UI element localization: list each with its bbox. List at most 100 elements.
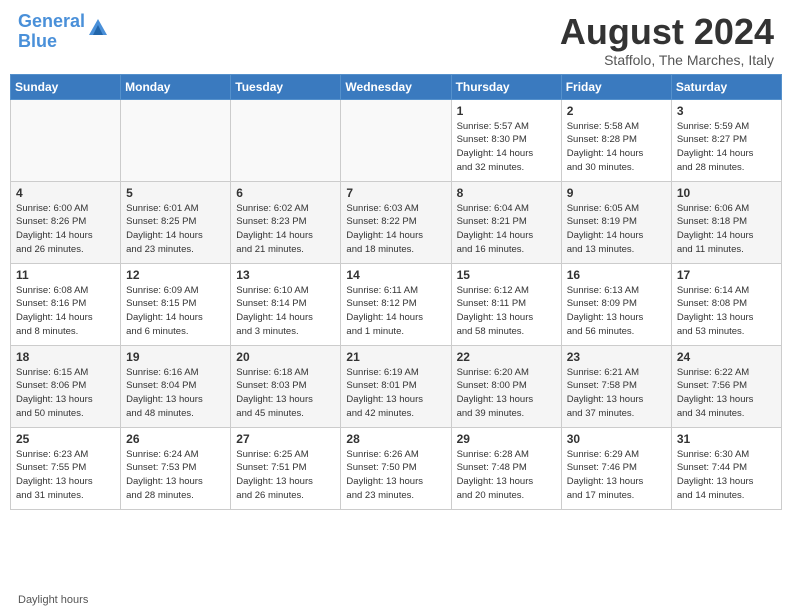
day-number: 26 <box>126 432 225 446</box>
title-block: August 2024 Staffolo, The Marches, Italy <box>560 12 774 68</box>
day-number: 20 <box>236 350 335 364</box>
day-number: 3 <box>677 104 776 118</box>
col-friday: Friday <box>561 74 671 99</box>
day-number: 24 <box>677 350 776 364</box>
calendar-cell: 31Sunrise: 6:30 AM Sunset: 7:44 PM Dayli… <box>671 427 781 509</box>
day-number: 10 <box>677 186 776 200</box>
day-number: 11 <box>16 268 115 282</box>
day-info: Sunrise: 5:59 AM Sunset: 8:27 PM Dayligh… <box>677 120 776 175</box>
calendar-cell: 1 Sunrise: 5:57 AM Sunset: 8:30 PM Daylig… <box>451 99 561 181</box>
day-info: Sunrise: 6:05 AM Sunset: 8:19 PM Dayligh… <box>567 202 666 257</box>
day-number: 6 <box>236 186 335 200</box>
calendar-cell: 17 Sunrise: 6:14 AM Sunset: 8:08 PM Dayli… <box>671 263 781 345</box>
calendar-cell: 25Sunrise: 6:23 AM Sunset: 7:55 PM Dayli… <box>11 427 121 509</box>
day-number: 4 <box>16 186 115 200</box>
location: Staffolo, The Marches, Italy <box>560 52 774 68</box>
day-info: Sunrise: 6:03 AM Sunset: 8:22 PM Dayligh… <box>346 202 445 257</box>
day-number: 30 <box>567 432 666 446</box>
calendar-cell: 10 Sunrise: 6:06 AM Sunset: 8:18 PM Dayli… <box>671 181 781 263</box>
day-number: 21 <box>346 350 445 364</box>
day-info: Sunrise: 6:23 AM Sunset: 7:55 PM Dayligh… <box>16 448 115 503</box>
day-info: Sunrise: 6:12 AM Sunset: 8:11 PM Dayligh… <box>457 284 556 339</box>
calendar-cell: 13 Sunrise: 6:10 AM Sunset: 8:14 PM Dayli… <box>231 263 341 345</box>
col-tuesday: Tuesday <box>231 74 341 99</box>
col-thursday: Thursday <box>451 74 561 99</box>
day-info: Sunrise: 6:02 AM Sunset: 8:23 PM Dayligh… <box>236 202 335 257</box>
calendar-cell: 7 Sunrise: 6:03 AM Sunset: 8:22 PM Daylig… <box>341 181 451 263</box>
day-info: Sunrise: 5:58 AM Sunset: 8:28 PM Dayligh… <box>567 120 666 175</box>
header-row: Sunday Monday Tuesday Wednesday Thursday… <box>11 74 782 99</box>
calendar-cell: 16 Sunrise: 6:13 AM Sunset: 8:09 PM Dayli… <box>561 263 671 345</box>
day-number: 1 <box>457 104 556 118</box>
calendar-week-4: 18 Sunrise: 6:15 AM Sunset: 8:06 PM Dayli… <box>11 345 782 427</box>
day-info: Sunrise: 6:08 AM Sunset: 8:16 PM Dayligh… <box>16 284 115 339</box>
day-number: 14 <box>346 268 445 282</box>
month-year: August 2024 <box>560 12 774 52</box>
day-info: Sunrise: 6:15 AM Sunset: 8:06 PM Dayligh… <box>16 366 115 421</box>
calendar-cell: 15Sunrise: 6:12 AM Sunset: 8:11 PM Dayli… <box>451 263 561 345</box>
day-number: 29 <box>457 432 556 446</box>
day-info: Sunrise: 6:09 AM Sunset: 8:15 PM Dayligh… <box>126 284 225 339</box>
day-number: 5 <box>126 186 225 200</box>
day-number: 2 <box>567 104 666 118</box>
calendar-cell: 23Sunrise: 6:21 AM Sunset: 7:58 PM Dayli… <box>561 345 671 427</box>
calendar-cell: 19Sunrise: 6:16 AM Sunset: 8:04 PM Dayli… <box>121 345 231 427</box>
calendar-cell <box>11 99 121 181</box>
day-info: Sunrise: 6:22 AM Sunset: 7:56 PM Dayligh… <box>677 366 776 421</box>
day-number: 22 <box>457 350 556 364</box>
footer: Daylight hours <box>0 590 792 612</box>
logo-general: General <box>18 11 85 31</box>
day-info: Sunrise: 6:10 AM Sunset: 8:14 PM Dayligh… <box>236 284 335 339</box>
calendar-cell: 5Sunrise: 6:01 AM Sunset: 8:25 PM Daylig… <box>121 181 231 263</box>
logo-icon <box>87 17 109 44</box>
calendar-week-1: 1 Sunrise: 5:57 AM Sunset: 8:30 PM Daylig… <box>11 99 782 181</box>
day-info: Sunrise: 6:21 AM Sunset: 7:58 PM Dayligh… <box>567 366 666 421</box>
day-info: Sunrise: 5:57 AM Sunset: 8:30 PM Dayligh… <box>457 120 556 175</box>
day-info: Sunrise: 6:26 AM Sunset: 7:50 PM Dayligh… <box>346 448 445 503</box>
logo-text: General Blue <box>18 12 85 52</box>
day-info: Sunrise: 6:16 AM Sunset: 8:04 PM Dayligh… <box>126 366 225 421</box>
day-number: 28 <box>346 432 445 446</box>
calendar-week-2: 4 Sunrise: 6:00 AM Sunset: 8:26 PM Daylig… <box>11 181 782 263</box>
calendar-cell: 26 Sunrise: 6:24 AM Sunset: 7:53 PM Dayli… <box>121 427 231 509</box>
day-number: 17 <box>677 268 776 282</box>
day-number: 18 <box>16 350 115 364</box>
day-number: 16 <box>567 268 666 282</box>
day-number: 9 <box>567 186 666 200</box>
day-info: Sunrise: 6:19 AM Sunset: 8:01 PM Dayligh… <box>346 366 445 421</box>
calendar-week-5: 25Sunrise: 6:23 AM Sunset: 7:55 PM Dayli… <box>11 427 782 509</box>
calendar-cell: 6 Sunrise: 6:02 AM Sunset: 8:23 PM Daylig… <box>231 181 341 263</box>
day-info: Sunrise: 6:13 AM Sunset: 8:09 PM Dayligh… <box>567 284 666 339</box>
calendar-cell: 27Sunrise: 6:25 AM Sunset: 7:51 PM Dayli… <box>231 427 341 509</box>
calendar-cell: 11 Sunrise: 6:08 AM Sunset: 8:16 PM Dayli… <box>11 263 121 345</box>
calendar-cell: 28 Sunrise: 6:26 AM Sunset: 7:50 PM Dayli… <box>341 427 451 509</box>
logo: General Blue <box>18 12 109 52</box>
day-info: Sunrise: 6:24 AM Sunset: 7:53 PM Dayligh… <box>126 448 225 503</box>
calendar-cell: 2 Sunrise: 5:58 AM Sunset: 8:28 PM Daylig… <box>561 99 671 181</box>
day-info: Sunrise: 6:20 AM Sunset: 8:00 PM Dayligh… <box>457 366 556 421</box>
day-info: Sunrise: 6:04 AM Sunset: 8:21 PM Dayligh… <box>457 202 556 257</box>
day-info: Sunrise: 6:14 AM Sunset: 8:08 PM Dayligh… <box>677 284 776 339</box>
day-number: 31 <box>677 432 776 446</box>
calendar-cell: 18 Sunrise: 6:15 AM Sunset: 8:06 PM Dayli… <box>11 345 121 427</box>
calendar: Sunday Monday Tuesday Wednesday Thursday… <box>0 74 792 590</box>
logo-blue: Blue <box>18 31 57 51</box>
calendar-cell: 29 Sunrise: 6:28 AM Sunset: 7:48 PM Dayli… <box>451 427 561 509</box>
calendar-cell: 20Sunrise: 6:18 AM Sunset: 8:03 PM Dayli… <box>231 345 341 427</box>
day-number: 7 <box>346 186 445 200</box>
day-info: Sunrise: 6:06 AM Sunset: 8:18 PM Dayligh… <box>677 202 776 257</box>
calendar-cell: 12Sunrise: 6:09 AM Sunset: 8:15 PM Dayli… <box>121 263 231 345</box>
day-info: Sunrise: 6:29 AM Sunset: 7:46 PM Dayligh… <box>567 448 666 503</box>
calendar-cell: 24 Sunrise: 6:22 AM Sunset: 7:56 PM Dayli… <box>671 345 781 427</box>
calendar-cell: 21 Sunrise: 6:19 AM Sunset: 8:01 PM Dayli… <box>341 345 451 427</box>
day-number: 13 <box>236 268 335 282</box>
day-info: Sunrise: 6:00 AM Sunset: 8:26 PM Dayligh… <box>16 202 115 257</box>
day-number: 27 <box>236 432 335 446</box>
day-info: Sunrise: 6:28 AM Sunset: 7:48 PM Dayligh… <box>457 448 556 503</box>
calendar-cell: 30 Sunrise: 6:29 AM Sunset: 7:46 PM Dayli… <box>561 427 671 509</box>
calendar-cell <box>231 99 341 181</box>
calendar-cell <box>121 99 231 181</box>
day-number: 8 <box>457 186 556 200</box>
header: General Blue August 2024 Staffolo, The M… <box>0 0 792 74</box>
calendar-table: Sunday Monday Tuesday Wednesday Thursday… <box>10 74 782 510</box>
